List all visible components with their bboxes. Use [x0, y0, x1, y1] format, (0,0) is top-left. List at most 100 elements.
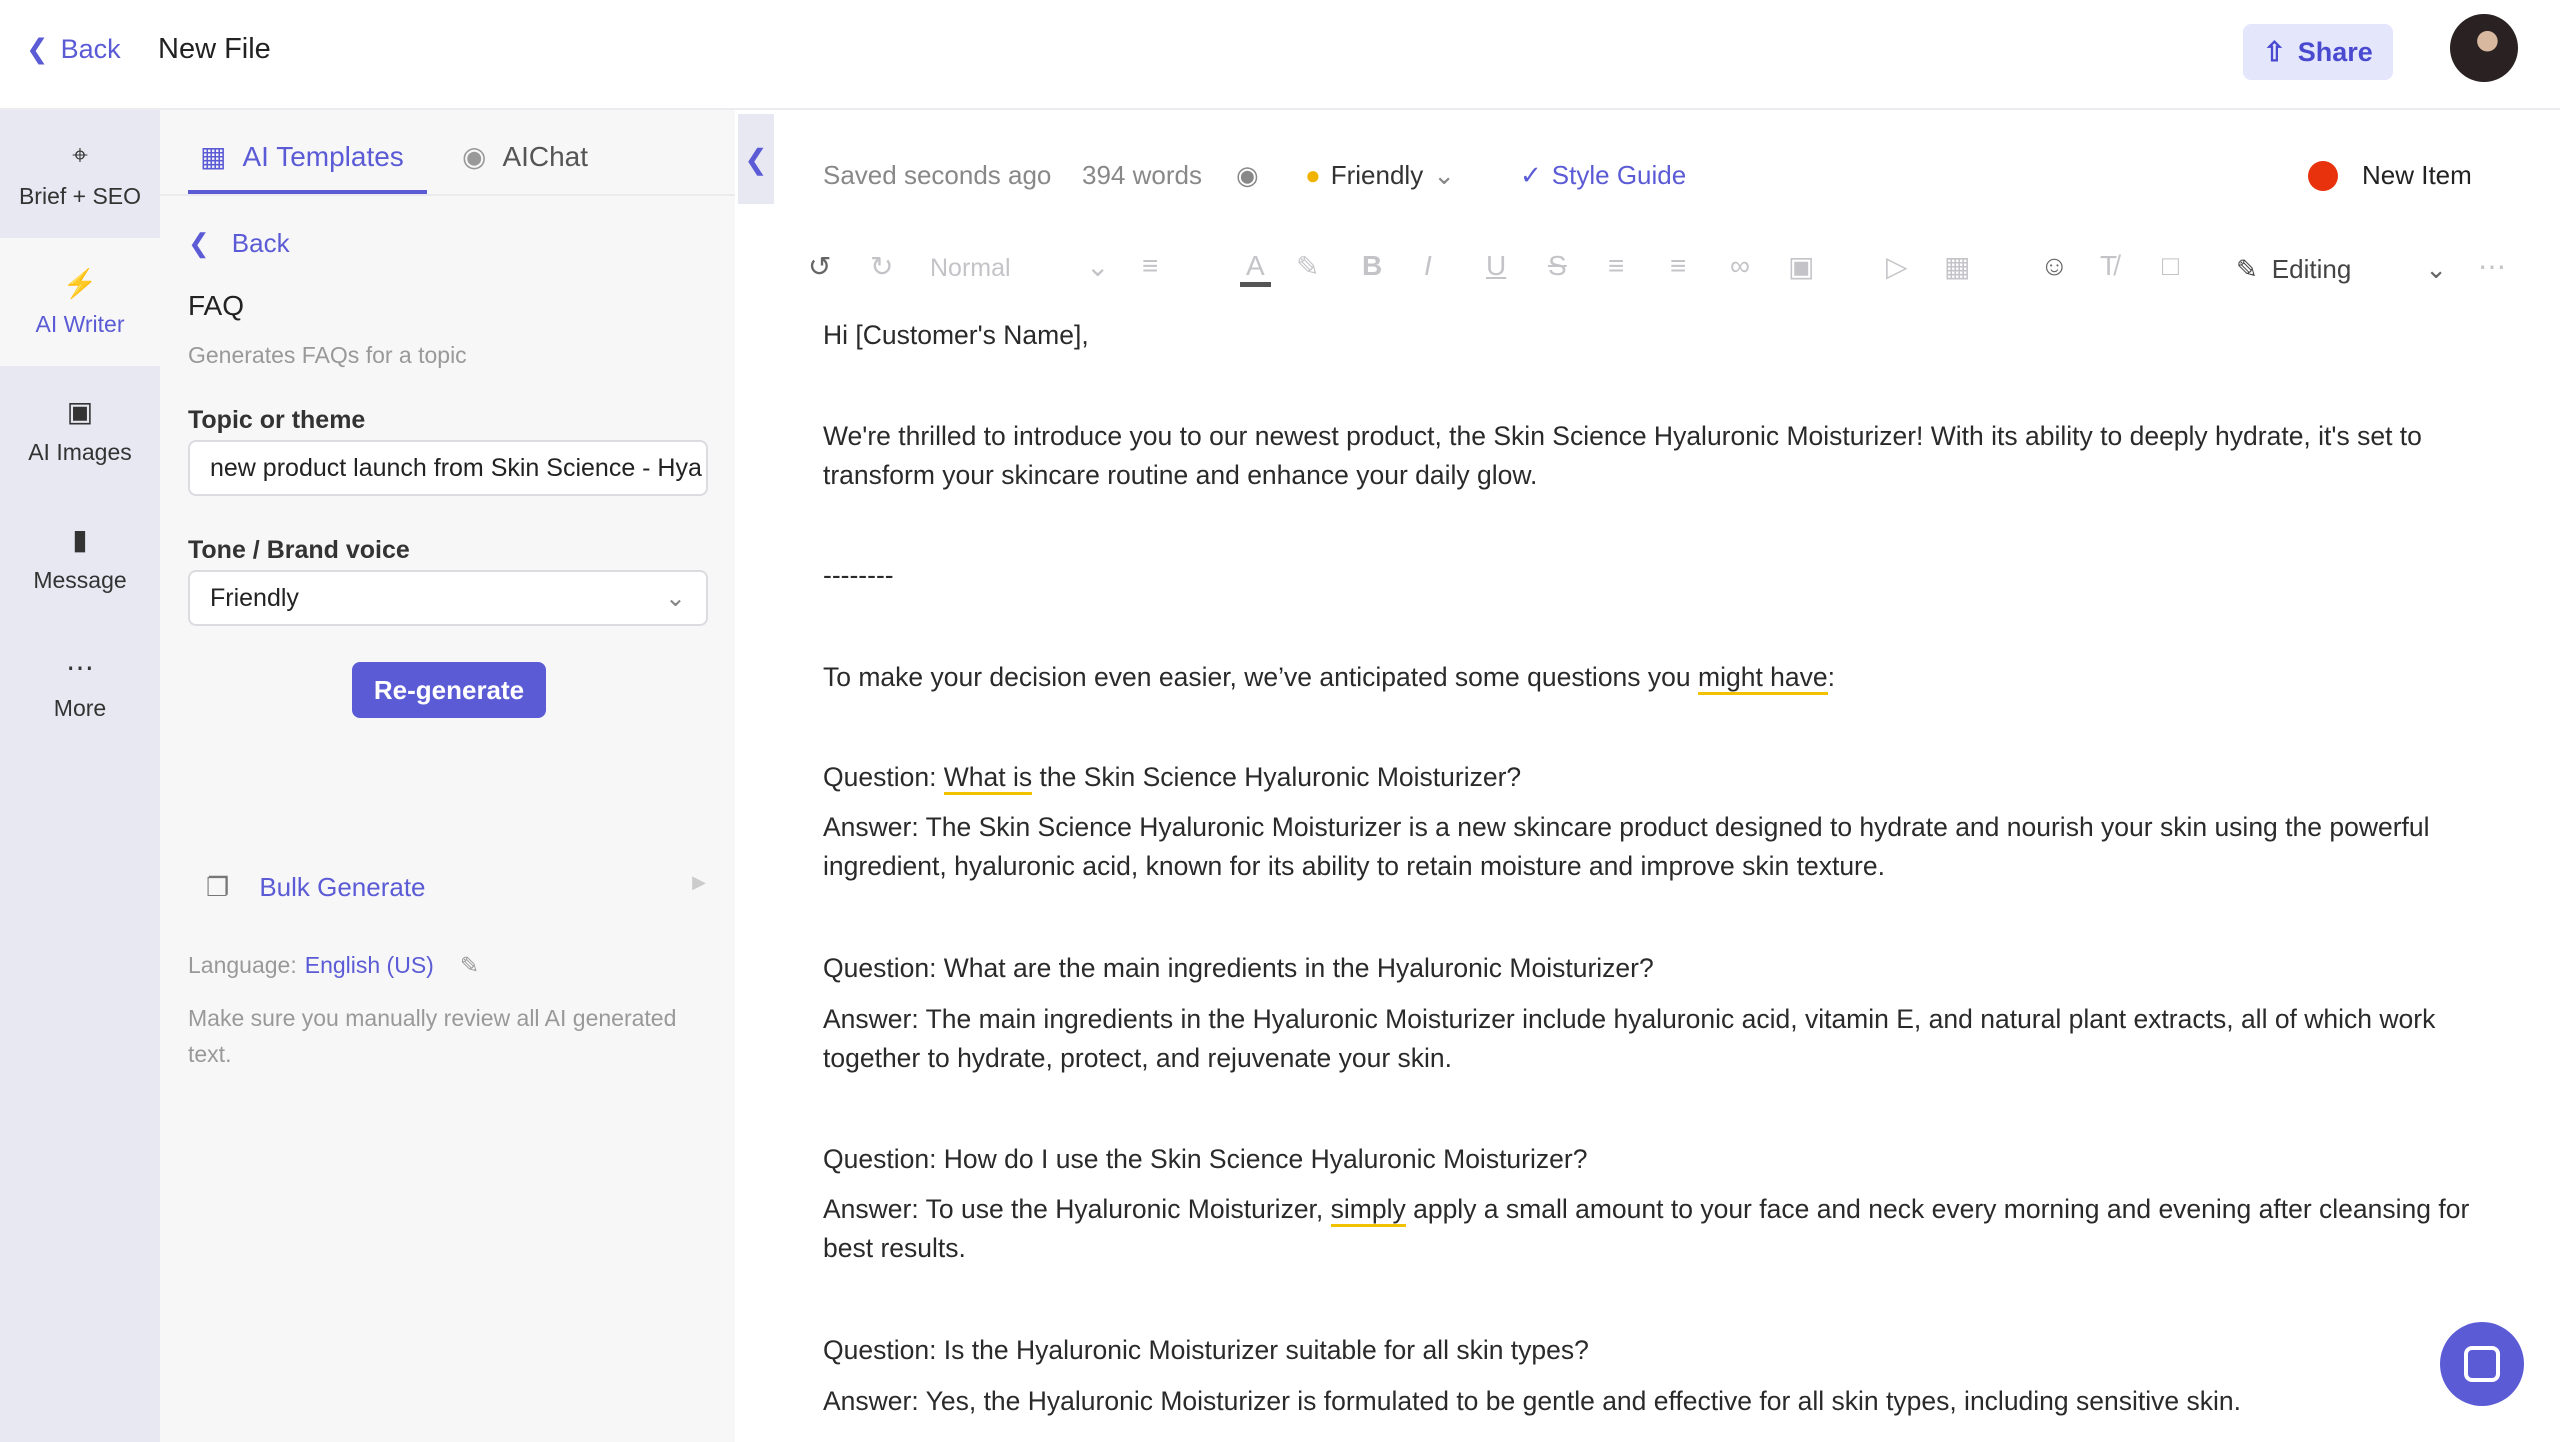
numbered-list-icon[interactable]: ≡ [1670, 250, 1686, 282]
panel-back-button[interactable]: ❮ Back [188, 228, 290, 259]
new-item-label: New Item [2362, 160, 2472, 190]
rail-item-more[interactable]: ⋯ More [0, 622, 160, 750]
editing-mode-select[interactable]: ✎ Editing ⌄ [2236, 254, 2447, 285]
rail-item-message[interactable]: ▮ Message [0, 494, 160, 622]
play-icon[interactable]: ▷ [1886, 250, 1908, 283]
more-options-icon[interactable]: ⋯ [2478, 250, 2506, 283]
tone-value: Friendly [210, 583, 299, 612]
suggestion-underline[interactable]: might have [1698, 662, 1828, 695]
style-guide-link[interactable]: ✓ Style Guide [1520, 160, 1686, 191]
language-link[interactable]: English (US) [305, 952, 434, 979]
bold-icon[interactable]: B [1362, 250, 1382, 282]
text: To make your decision even easier, we’ve… [823, 662, 1698, 692]
templates-panel: ▦ AI Templates ◉ AIChat ❮ Back FAQ Generate… [160, 110, 735, 1442]
intro-paragraph[interactable]: We're thrilled to introduce you to our n… [823, 417, 2493, 495]
rail-item-ai-images[interactable]: ▣ AI Images [0, 366, 160, 494]
faq-question[interactable]: Question: What is the Skin Science Hyalu… [823, 758, 2493, 797]
pencil-icon: ✎ [2236, 254, 2258, 284]
bullet-list-icon[interactable]: ≡ [1608, 250, 1624, 282]
microphone-icon: ● [1305, 160, 1321, 190]
faq-answer[interactable]: Answer: Yes, the Hyaluronic Moisturizer … [823, 1382, 2493, 1421]
divider-line[interactable]: -------- [823, 556, 2493, 595]
language-row: Language: English (US) ✎ [188, 952, 479, 979]
crosshair-icon: ⌖ [72, 138, 88, 170]
topic-input[interactable]: new product launch from Skin Science - H… [188, 440, 708, 496]
upload-icon: ⇧ [2263, 36, 2286, 67]
faq-answer[interactable]: Answer: To use the Hyaluronic Moisturize… [823, 1190, 2493, 1268]
rail-label: AI Images [28, 438, 132, 465]
text-color-icon[interactable]: A [1240, 250, 1271, 287]
greeting[interactable]: Hi [Customer's Name], [823, 316, 2493, 355]
disclaimer: Make sure you manually review all AI gen… [188, 1005, 677, 1067]
faq-question[interactable]: Question: How do I use the Skin Science … [823, 1140, 2493, 1179]
chevron-left-icon: ❮ [744, 143, 768, 175]
file-title: New File [158, 33, 271, 65]
redo-icon[interactable]: ↻ [870, 250, 893, 283]
underline-icon[interactable]: U [1486, 250, 1506, 282]
divider [160, 194, 735, 196]
italic-icon[interactable]: I [1424, 250, 1432, 282]
chevron-down-icon: ⌄ [1433, 160, 1455, 190]
new-item-button[interactable]: New Item [2308, 160, 2472, 191]
eye-icon[interactable]: ◉ [1236, 160, 1259, 191]
rail-item-brief-seo[interactable]: ⌖ Brief + SEO [0, 110, 160, 238]
collapse-panel-button[interactable]: ❮ [738, 114, 774, 204]
rail-item-ai-writer[interactable]: ⚡ AI Writer [0, 238, 160, 366]
text: Question: [823, 762, 944, 792]
chevron-down-icon[interactable]: ⌄ [1086, 250, 1109, 283]
template-description: Generates FAQs for a topic [188, 342, 467, 368]
suggestion-underline[interactable]: simply [1330, 1194, 1406, 1227]
mode-label: Editing [2271, 254, 2352, 284]
faq-answer[interactable]: Answer: The main ingredients in the Hyal… [823, 1000, 2493, 1078]
strikethrough-icon[interactable]: S [1548, 250, 1567, 282]
text: : [1827, 662, 1836, 692]
tab-aichat[interactable]: ◉ AIChat [462, 140, 588, 173]
topic-label: Topic or theme [188, 406, 366, 434]
chevron-down-icon: ⌄ [2425, 254, 2448, 284]
share-button[interactable]: ⇧ Share [2243, 24, 2393, 80]
chat-launcher-button[interactable] [2440, 1322, 2524, 1406]
chevron-left-icon: ❮ [26, 34, 49, 64]
faq-answer[interactable]: Answer: The Skin Science Hyaluronic Mois… [823, 808, 2493, 886]
emoji-icon[interactable]: ☺ [2040, 250, 2069, 282]
paragraph-style-select[interactable]: Normal [930, 254, 1011, 283]
tab-label: AI Templates [242, 140, 404, 172]
chat-icon [2464, 1346, 2500, 1382]
table-icon[interactable]: ▦ [1944, 250, 1970, 283]
regenerate-button[interactable]: Re-generate [352, 662, 546, 718]
bulk-generate-button[interactable]: ❐ Bulk Generate ▶ [206, 872, 706, 903]
saved-status: Saved seconds ago [823, 160, 1052, 190]
rail-label: AI Writer [35, 310, 125, 337]
rail-label: More [53, 694, 107, 721]
faq-question[interactable]: Question: Is the Hyaluronic Moisturizer … [823, 1331, 2493, 1370]
back-button[interactable]: ❮ Back [26, 34, 121, 65]
text: the Skin Science Hyaluronic Moisturizer? [1032, 762, 1522, 792]
image-icon: ▣ [66, 395, 94, 427]
chat-bubbles-icon: ◉ [462, 141, 487, 172]
lead-paragraph[interactable]: To make your decision even easier, we’ve… [823, 658, 2493, 697]
text: Answer: To use the Hyaluronic Moisturize… [823, 1194, 1331, 1224]
message-icon: ▮ [72, 523, 88, 555]
chevron-left-icon: ❮ [188, 228, 210, 258]
tab-ai-templates[interactable]: ▦ AI Templates [200, 140, 404, 173]
clear-format-icon[interactable]: T̸ [2100, 250, 2117, 282]
active-tab-indicator [188, 190, 427, 194]
rail-label: Brief + SEO [18, 182, 142, 209]
undo-icon[interactable]: ↺ [808, 250, 831, 283]
suggestion-underline[interactable]: What is [943, 762, 1033, 795]
highlight-icon[interactable]: ✎ [1296, 250, 1319, 283]
back-label: Back [60, 34, 121, 64]
faq-question[interactable]: Question: What are the main ingredients … [823, 949, 2493, 988]
tone-label: Tone / Brand voice [188, 536, 410, 564]
image-icon[interactable]: ▣ [1788, 250, 1814, 283]
language-label: Language: [188, 952, 297, 978]
comment-icon[interactable]: □ [2162, 250, 2179, 282]
tone-select[interactable]: Friendly ⌄ [188, 570, 708, 626]
status-dot-icon [2308, 160, 2338, 191]
align-icon[interactable]: ≡ [1142, 250, 1158, 282]
tone-dropdown[interactable]: ● Friendly ⌄ [1305, 160, 1455, 191]
link-icon[interactable]: ∞ [1730, 250, 1750, 282]
edit-icon[interactable]: ✎ [460, 952, 479, 979]
avatar[interactable] [2450, 14, 2518, 82]
tone-value: Friendly [1330, 160, 1424, 190]
